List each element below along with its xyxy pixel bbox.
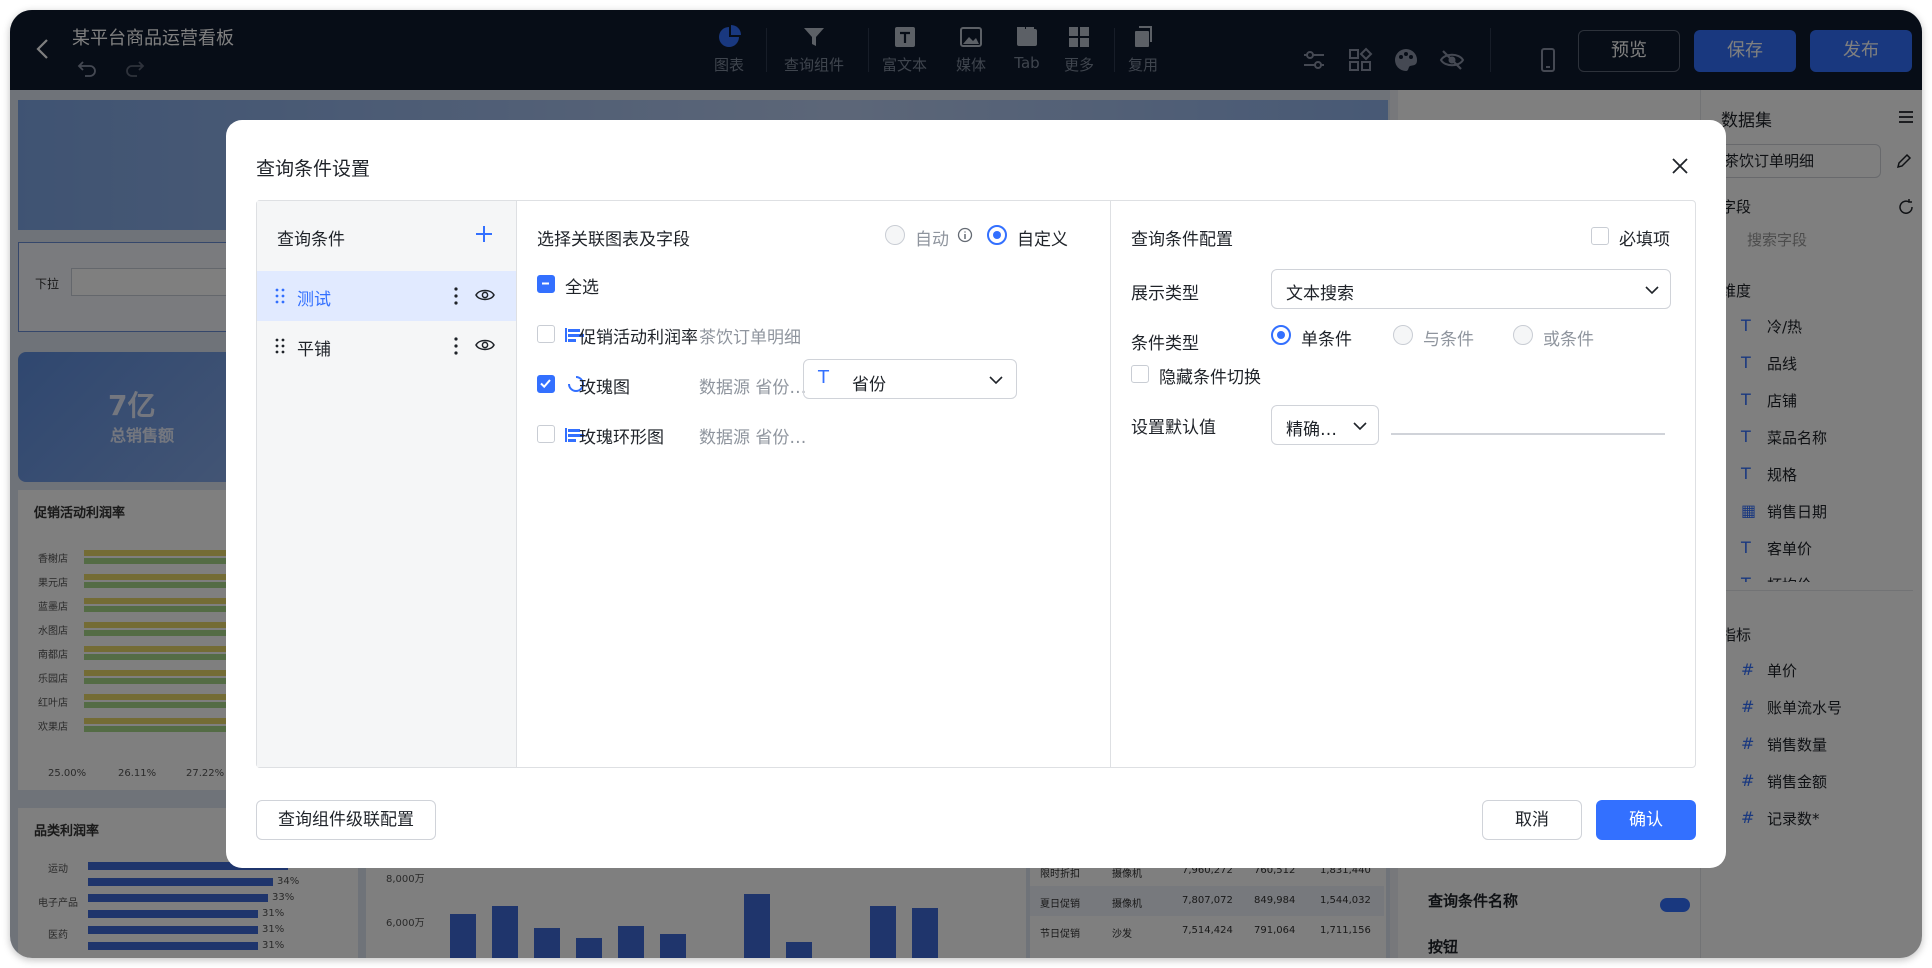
hide-switch-label: 隐藏条件切换: [1159, 368, 1261, 388]
eye-icon[interactable]: [475, 287, 495, 303]
mode-custom-radio[interactable]: [987, 225, 1007, 245]
dialog-body: 查询条件 测试 平铺 选择关联图表及字段 自动 自定义 全选 促销活动利润率 茶…: [256, 200, 1696, 768]
cancel-button[interactable]: 取消: [1482, 800, 1582, 840]
display-type-label: 展示类型: [1131, 284, 1199, 304]
condition-config-panel: 查询条件配置 必填项 展示类型 文本搜索 条件类型 单条件 与条件 或条件 隐藏…: [1111, 201, 1695, 767]
default-mode-value: 精确…: [1286, 420, 1337, 440]
check-icon: [540, 379, 551, 389]
chart-checkbox[interactable]: [537, 375, 555, 393]
condition-item-tile[interactable]: 平铺: [257, 321, 516, 371]
app-window: 某平台商品运营看板 图表 查询组件 富文本 媒体 Tab 更多: [10, 10, 1922, 958]
chart-source: 茶饮订单明细: [699, 328, 801, 348]
chevron-down-icon: [989, 376, 1003, 385]
display-type-select[interactable]: 文本搜索: [1271, 269, 1671, 309]
mode-auto-label: 自动: [915, 230, 949, 250]
confirm-button[interactable]: 确认: [1596, 800, 1696, 840]
close-icon[interactable]: [1668, 154, 1692, 178]
display-type-value: 文本搜索: [1286, 284, 1354, 304]
hide-switch-checkbox[interactable]: [1131, 365, 1149, 383]
single-condition-label: 单条件: [1301, 330, 1352, 350]
chevron-down-icon: [1645, 286, 1659, 295]
default-value-label: 设置默认值: [1131, 418, 1216, 438]
more-vertical-icon[interactable]: [453, 336, 459, 356]
single-condition-radio[interactable]: [1271, 325, 1291, 345]
and-condition-radio[interactable]: [1393, 325, 1413, 345]
chart-checkbox[interactable]: [537, 325, 555, 343]
chart-source: 数据源 省份…: [699, 378, 807, 398]
info-icon[interactable]: [957, 227, 973, 243]
default-value-input[interactable]: [1391, 433, 1665, 435]
minus-icon: [542, 282, 549, 285]
link-header: 选择关联图表及字段: [537, 230, 690, 250]
chart-name: 玫瑰环形图: [579, 428, 664, 448]
select-all-checkbox[interactable]: [537, 275, 555, 293]
chart-link-panel: 选择关联图表及字段 自动 自定义 全选 促销活动利润率 茶饮订单明细 玫瑰图 数…: [517, 201, 1111, 767]
eye-icon[interactable]: [475, 337, 495, 353]
chart-source: 数据源 省份…: [699, 428, 807, 448]
chart-name: 玫瑰图: [579, 378, 630, 398]
select-all-label: 全选: [565, 278, 599, 298]
chart-checkbox[interactable]: [537, 425, 555, 443]
field-select-value: 省份: [852, 375, 886, 395]
or-condition-label: 或条件: [1543, 330, 1594, 350]
or-condition-radio[interactable]: [1513, 325, 1533, 345]
and-condition-label: 与条件: [1423, 330, 1474, 350]
condition-type-label: 条件类型: [1131, 334, 1199, 354]
required-checkbox[interactable]: [1591, 227, 1609, 245]
dialog-title: 查询条件设置: [256, 158, 371, 180]
condition-label: 平铺: [297, 340, 331, 360]
mode-auto-radio[interactable]: [885, 225, 905, 245]
cascade-config-button[interactable]: 查询组件级联配置: [256, 800, 436, 840]
field-select[interactable]: T 省份: [803, 359, 1017, 399]
config-header: 查询条件配置: [1131, 230, 1233, 250]
condition-item-test[interactable]: 测试: [257, 271, 516, 321]
default-mode-select[interactable]: 精确…: [1271, 405, 1379, 445]
text-type-icon: T: [818, 367, 829, 388]
chevron-down-icon: [1353, 422, 1367, 431]
add-icon[interactable]: [473, 223, 495, 245]
condition-label: 测试: [297, 290, 331, 310]
required-label: 必填项: [1619, 230, 1670, 250]
chart-name: 促销活动利润率: [579, 328, 698, 348]
drag-handle-icon[interactable]: [275, 338, 285, 354]
condition-list-panel: 查询条件 测试 平铺: [257, 201, 517, 767]
more-vertical-icon[interactable]: [453, 286, 459, 306]
drag-handle-icon[interactable]: [275, 288, 285, 304]
conditions-header: 查询条件: [277, 230, 345, 250]
mode-custom-label: 自定义: [1017, 230, 1068, 250]
query-settings-dialog: 查询条件设置 查询条件 测试 平铺 选择关联图表及字段 自动 自定义 全选 促销…: [226, 120, 1726, 868]
